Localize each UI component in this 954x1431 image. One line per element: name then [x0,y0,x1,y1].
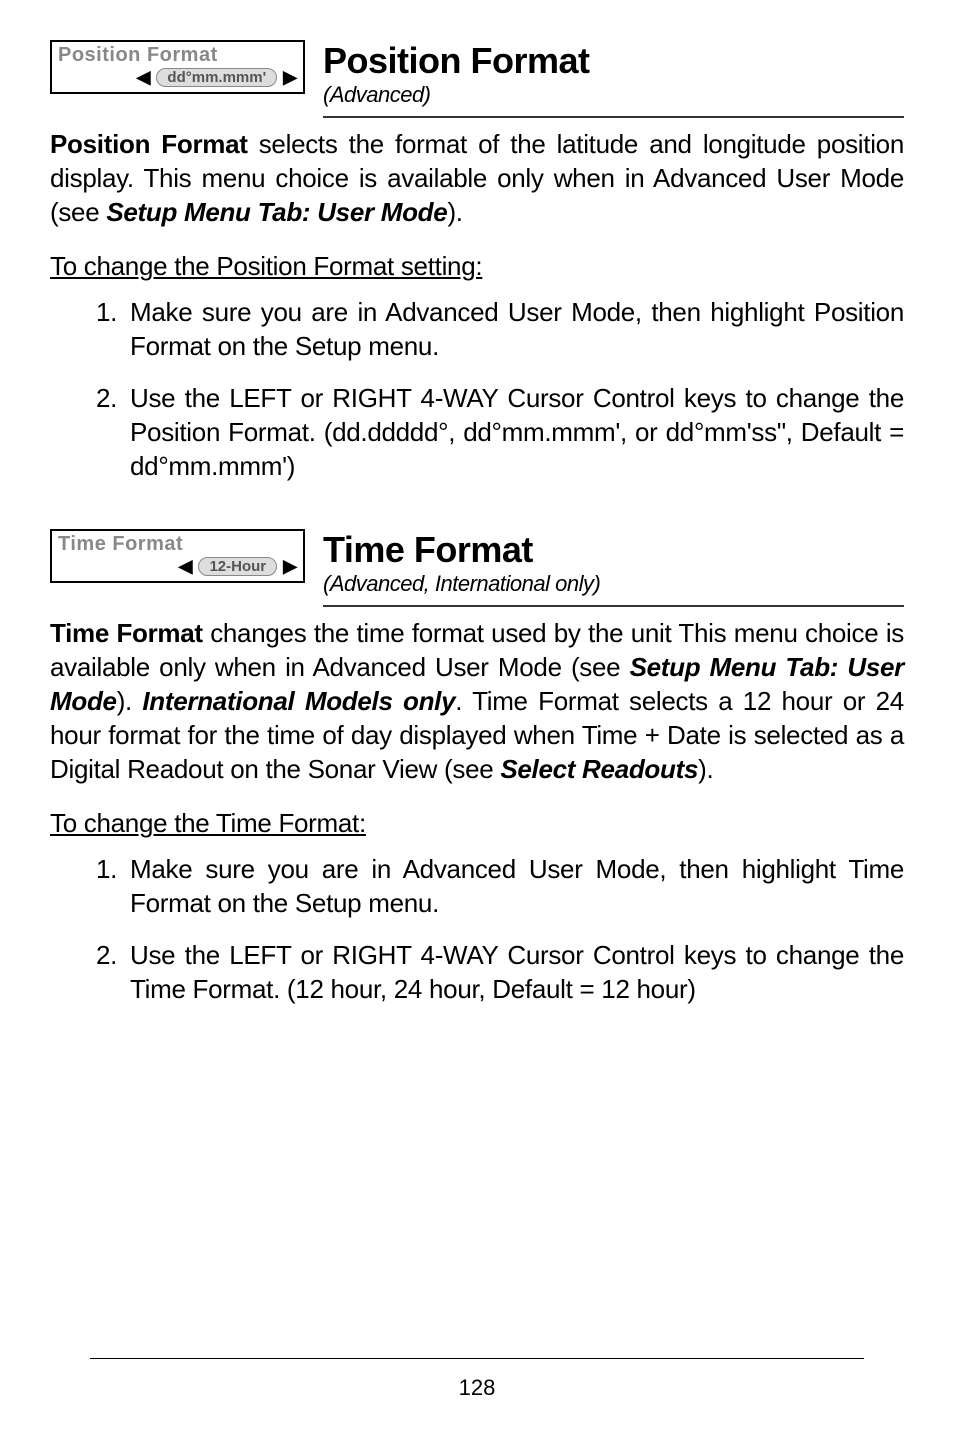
footer-divider [90,1358,864,1359]
list-item: 2. Use the LEFT or RIGHT 4-WAY Cursor Con… [96,939,904,1007]
intro-italic: Setup Menu Tab: User Mode [106,197,447,227]
ui-box-value-row: ◀ 12-Hour ▶ [52,556,303,581]
ui-box-title: Time Format [52,531,303,556]
steps-position-format: 1. Make sure you are in Advanced User Mod… [50,296,904,483]
arrow-left-icon: ◀ [179,556,193,577]
heading-time-format: Time Format [323,529,904,571]
page-number: 128 [0,1375,954,1401]
heading-stack: Position Format (Advanced) [323,40,904,110]
step-number: 2. [96,382,117,416]
list-item: 1. Make sure you are in Advanced User Mod… [96,853,904,921]
arrow-right-icon: ▶ [283,556,297,577]
heading-stack: Time Format (Advanced, International onl… [323,529,904,599]
intro-text-2: ). [117,686,143,716]
intro-bold: Time Format [50,618,203,648]
step-number: 2. [96,939,117,973]
arrow-left-icon: ◀ [137,67,151,88]
ui-box-position-format: Position Format ◀ dd°mm.mmm' ▶ [50,40,305,94]
subheading-position-format: (Advanced) [323,82,904,110]
section-header-time-format: Time Format ◀ 12-Hour ▶ Time Format (Adv… [50,529,904,599]
ui-value: dd°mm.mmm' [156,68,277,87]
intro-bold: Position Format [50,129,248,159]
divider [323,605,904,607]
intro-end: ). [447,197,462,227]
howto-title-position-format: To change the Position Format setting: [50,251,904,282]
step-text: Make sure you are in Advanced User Mode,… [130,854,904,918]
intro-paragraph-time-format: Time Format changes the time format used… [50,617,904,786]
list-item: 1. Make sure you are in Advanced User Mod… [96,296,904,364]
intro-paragraph-position-format: Position Format selects the format of th… [50,128,904,229]
arrow-right-icon: ▶ [283,67,297,88]
subheading-time-format: (Advanced, International only) [323,571,904,599]
ui-box-time-format: Time Format ◀ 12-Hour ▶ [50,529,305,583]
step-text: Use the LEFT or RIGHT 4-WAY Cursor Contr… [130,383,904,481]
ui-box-title: Position Format [52,42,303,67]
footer: 128 [0,1358,954,1401]
heading-position-format: Position Format [323,40,904,82]
step-number: 1. [96,853,117,887]
intro-end: ). [698,754,713,784]
step-text: Make sure you are in Advanced User Mode,… [130,297,904,361]
ui-box-value-row: ◀ dd°mm.mmm' ▶ [52,67,303,92]
howto-title-time-format: To change the Time Format: [50,808,904,839]
ui-value: 12-Hour [198,557,277,576]
section-header-position-format: Position Format ◀ dd°mm.mmm' ▶ Position … [50,40,904,110]
intro-italic-3: Select Readouts [500,754,698,784]
step-number: 1. [96,296,117,330]
list-item: 2. Use the LEFT or RIGHT 4-WAY Cursor Con… [96,382,904,483]
step-text: Use the LEFT or RIGHT 4-WAY Cursor Contr… [130,940,904,1004]
steps-time-format: 1. Make sure you are in Advanced User Mod… [50,853,904,1006]
intro-italic-2: International Models only [142,686,455,716]
divider [323,116,904,118]
